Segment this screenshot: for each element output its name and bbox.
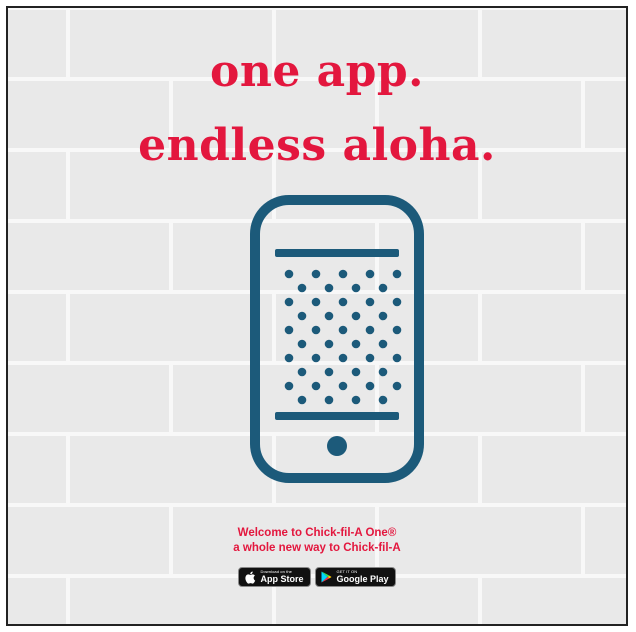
promo-poster: one app. endless aloha. Welcome to Chick… (6, 6, 628, 626)
screen-dot (392, 325, 402, 335)
screen-dot (311, 325, 321, 335)
screen-dot (378, 367, 388, 377)
screen-dot (324, 339, 334, 349)
screen-dot (351, 311, 361, 321)
screen-dot (365, 269, 375, 279)
screen-dot (351, 367, 361, 377)
store-badges: Download on the App Store GET IT ON Goog… (8, 567, 626, 587)
screen-dot (365, 325, 375, 335)
screen-dot (284, 325, 294, 335)
screen-dot (284, 297, 294, 307)
screen-dot (365, 353, 375, 363)
screen-dot (351, 339, 361, 349)
google-play-icon (321, 570, 333, 584)
screen-dot (365, 297, 375, 307)
screen-dot (284, 381, 294, 391)
screen-dot (311, 381, 321, 391)
screen-dot (338, 325, 348, 335)
screen-dot (324, 367, 334, 377)
app-store-badge[interactable]: Download on the App Store (238, 567, 311, 587)
screen-dot (351, 283, 361, 293)
screen-dot (284, 269, 294, 279)
screen-dot (297, 367, 307, 377)
screen-dot (324, 283, 334, 293)
screen-dot (338, 297, 348, 307)
screen-dot (392, 381, 402, 391)
google-play-large-label: Google Play (336, 574, 389, 584)
screen-dot (311, 353, 321, 363)
screen-dot (297, 395, 307, 405)
phone-screen-dots (284, 269, 402, 405)
screen-dot (378, 339, 388, 349)
welcome-text: Welcome to Chick-fil-A One® (237, 527, 397, 539)
phone-bottom-bar (275, 412, 399, 420)
screen-dot (351, 395, 361, 405)
screen-dot (378, 283, 388, 293)
headline-line-1: one app. (209, 46, 424, 97)
screen-dot (324, 395, 334, 405)
smartphone-icon (250, 195, 424, 483)
screen-dot (324, 311, 334, 321)
screen-dot (392, 353, 402, 363)
screen-dot (392, 269, 402, 279)
screen-dot (338, 353, 348, 363)
app-store-large-label: App Store (260, 574, 304, 584)
screen-dot (338, 269, 348, 279)
screen-dot (284, 353, 294, 363)
phone-top-bar (275, 249, 399, 257)
screen-dot (297, 283, 307, 293)
screen-dot (311, 297, 321, 307)
screen-dot (311, 269, 321, 279)
screen-dot (378, 395, 388, 405)
tagline-text: a whole new way to Chick-fil-A (233, 542, 401, 554)
headline-line-2: endless aloha. (138, 120, 496, 171)
screen-dot (338, 381, 348, 391)
screen-dot (297, 339, 307, 349)
screen-dot (365, 381, 375, 391)
apple-icon (244, 570, 256, 584)
screen-dot (378, 311, 388, 321)
google-play-badge[interactable]: GET IT ON Google Play (314, 567, 396, 587)
screen-dot (392, 297, 402, 307)
phone-home-button (327, 436, 347, 456)
screen-dot (297, 311, 307, 321)
